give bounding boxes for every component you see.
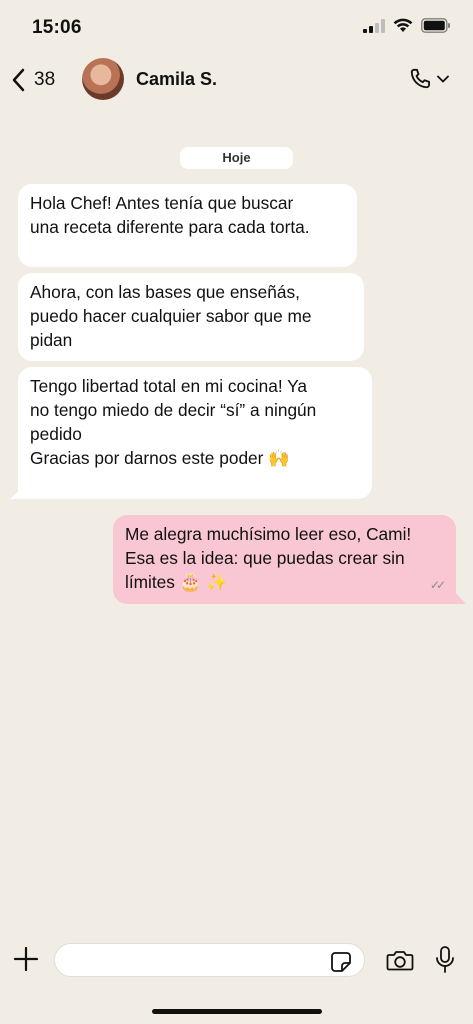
message-line: una receta diferente para cada torta. <box>30 217 310 237</box>
signal-icon <box>363 18 385 33</box>
plus-icon[interactable] <box>12 945 40 973</box>
message-line: pedido <box>30 424 82 444</box>
back-chevron-icon <box>12 68 25 92</box>
read-receipt-icon: ✓✓ <box>429 578 446 592</box>
camera-icon[interactable] <box>386 948 414 972</box>
phone-icon <box>410 68 431 89</box>
message-line: pidan <box>30 330 73 350</box>
message-input[interactable] <box>54 943 365 977</box>
avatar[interactable] <box>82 58 124 100</box>
message-line: puedo hacer cualquier sabor que me <box>30 306 312 326</box>
chevron-down-icon <box>437 75 449 83</box>
message-bubble-incoming[interactable]: Tengo libertad total en mi cocina! Ya no… <box>18 367 372 499</box>
message-line: Tengo libertad total en mi cocina! Ya <box>30 376 307 396</box>
date-separator: Hoje <box>180 147 293 169</box>
message-line: Hola Chef! Antes tenía que buscar <box>30 193 294 213</box>
message-line: Ahora, con las bases que enseñás, <box>30 282 300 302</box>
wifi-icon <box>393 18 413 32</box>
message-bubble-outgoing[interactable]: Me alegra muchísimo leer eso, Cami! Esa … <box>113 515 456 604</box>
sticker-icon[interactable] <box>330 951 352 973</box>
chat-header: 38 Camila S. <box>0 52 473 110</box>
contact-name[interactable]: Camila S. <box>136 69 217 90</box>
message-line: Gracias por darnos este poder 🙌 <box>30 448 290 468</box>
message-line: no tengo miedo de decir “sí” a ningún <box>30 400 317 420</box>
message-line: Esa es la idea: que puedas crear sin <box>125 548 405 568</box>
call-button[interactable] <box>407 66 449 92</box>
message-bubble-incoming[interactable]: Ahora, con las bases que enseñás, puedo … <box>18 273 364 361</box>
message-line: límites 🎂 ✨ <box>125 572 228 592</box>
back-button[interactable]: 38 <box>12 60 55 100</box>
message-line: Me alegra muchísimo leer eso, Cami! <box>125 524 412 544</box>
unread-count: 38 <box>34 69 56 90</box>
status-bar: 15:06 <box>0 0 473 50</box>
battery-icon <box>421 18 450 33</box>
status-icons <box>363 18 451 33</box>
home-indicator <box>152 1009 322 1014</box>
status-time: 15:06 <box>32 17 82 38</box>
mic-icon[interactable] <box>434 945 456 975</box>
input-bar <box>0 935 473 985</box>
message-bubble-incoming[interactable]: Hola Chef! Antes tenía que buscar una re… <box>18 184 357 267</box>
